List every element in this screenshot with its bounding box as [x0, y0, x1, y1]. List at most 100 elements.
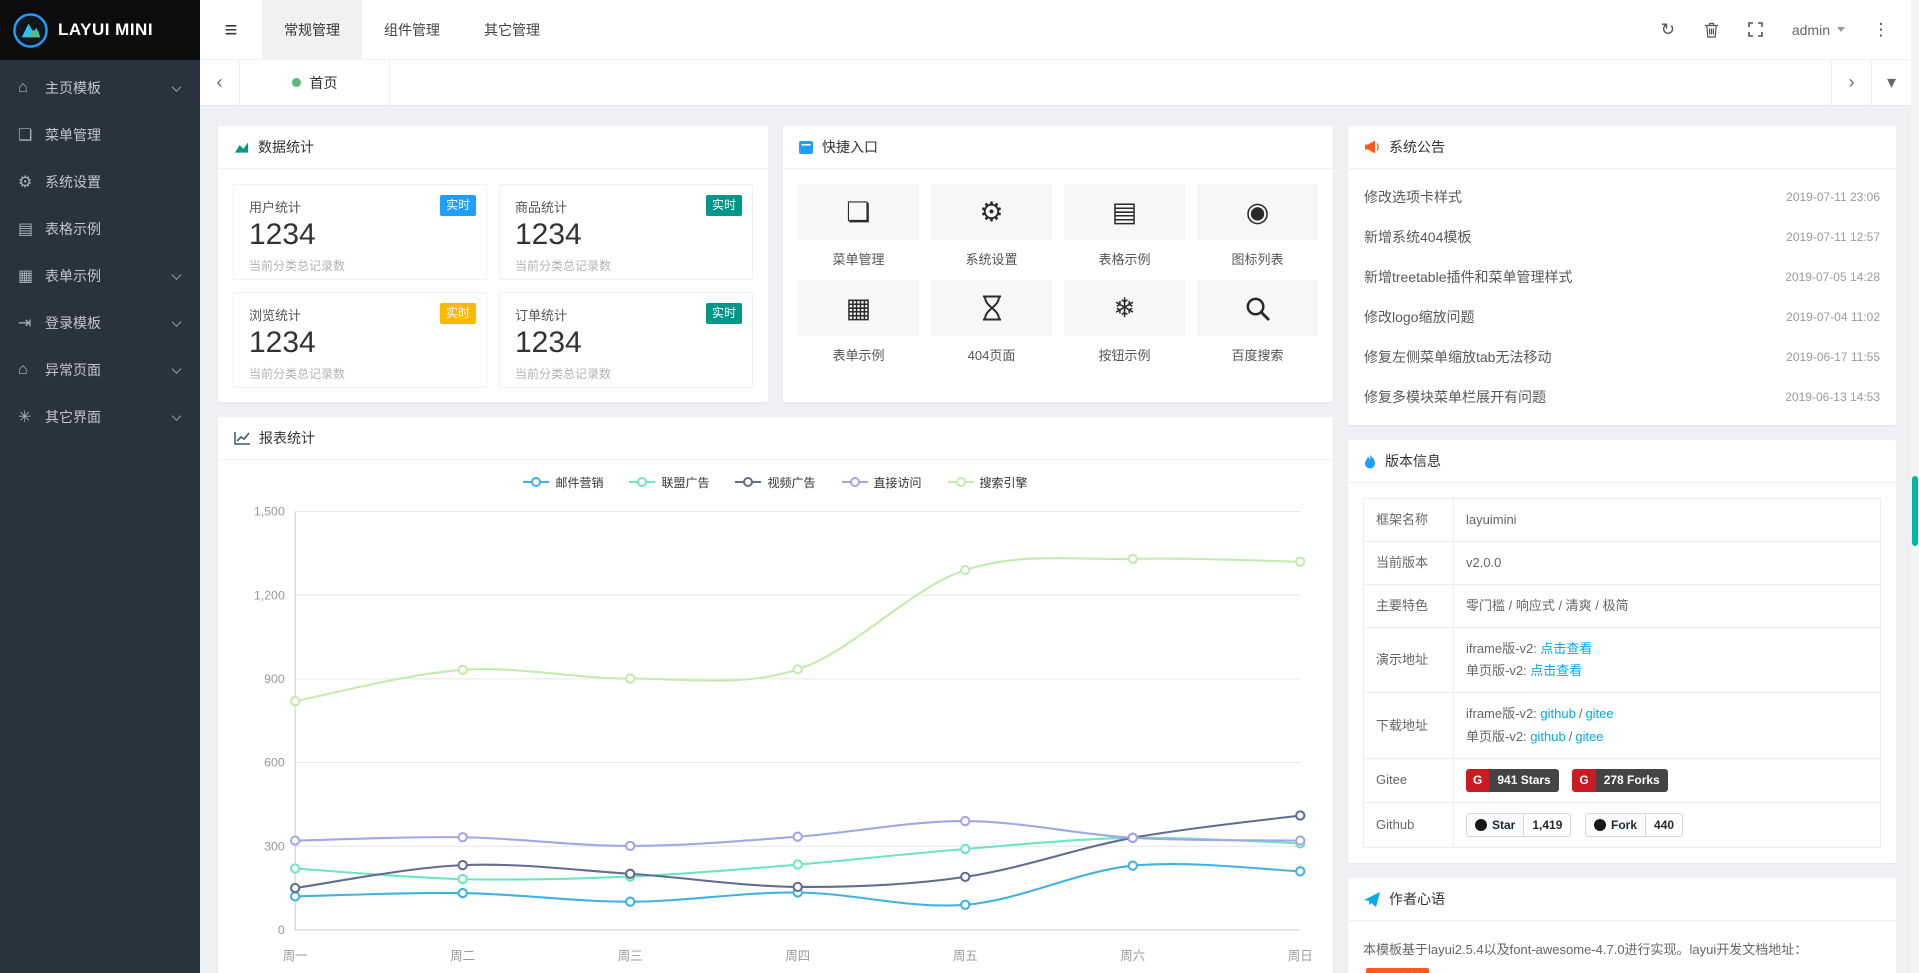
asterisk-icon: ✳	[18, 407, 45, 427]
fullscreen-icon	[1748, 22, 1763, 37]
github-fork-button[interactable]: Fork 440	[1585, 813, 1683, 838]
author-card: 作者心语 本模板基于layui2.5.4以及font-awesome-4.7.0…	[1348, 878, 1896, 973]
sidebar-item-form-example[interactable]: ▦ 表单示例	[0, 252, 200, 299]
sidebar-item-other-ui[interactable]: ✳ 其它界面	[0, 393, 200, 440]
table-row: 演示地址 iframe版-v2: 点击查看 单页版-v2: 点击查看	[1364, 628, 1881, 693]
quick-entry-card-header: 快捷入口	[783, 126, 1333, 169]
quick-entry-icon-list[interactable]: ◉ 图标列表	[1197, 184, 1318, 268]
svg-text:周三: 周三	[618, 949, 643, 963]
scrollbar-track[interactable]	[1911, 0, 1919, 973]
quick-entry-form-example[interactable]: ▦ 表单示例	[798, 280, 919, 364]
stats-card: 数据统计 用户统计 1234 当前分类总记录数 实时	[218, 126, 768, 402]
logo-icon	[12, 12, 49, 49]
svg-text:周六: 周六	[1120, 949, 1145, 963]
table-row: 框架名称 layuimini	[1364, 499, 1881, 542]
sidebar-item-table-example[interactable]: ▤ 表格示例	[0, 205, 200, 252]
quick-entry-table-example[interactable]: ▤ 表格示例	[1064, 184, 1185, 268]
sidebar-item-system-settings[interactable]: ⚙ 系统设置	[0, 158, 200, 205]
tab-home[interactable]: 首页	[240, 60, 390, 105]
quick-entry-system-settings[interactable]: ⚙ 系统设置	[931, 184, 1052, 268]
tab-scroll-right-button[interactable]: ›	[1831, 60, 1871, 105]
status-badge: 实时	[706, 195, 742, 216]
stats-card-header: 数据统计	[218, 126, 768, 169]
refresh-button[interactable]: ↻	[1646, 0, 1690, 59]
sidebar-item-error-pages[interactable]: ⌂ 异常页面	[0, 346, 200, 393]
announcement-row: 修改logo缩放问题 2019-07-04 11:02	[1364, 297, 1880, 337]
stat-orders: 订单统计 1234 当前分类总记录数 实时	[499, 292, 753, 388]
username: admin	[1792, 22, 1830, 38]
demo-iframe-link[interactable]: 点击查看	[1540, 641, 1592, 656]
app-window: LAYUI MINI ⌂ 主页模板 ❏ 菜单管理 ⚙ 系统设置 ▤ 表格示例 ▦	[0, 0, 1919, 973]
fullscreen-button[interactable]	[1734, 0, 1778, 59]
card-title: 报表统计	[259, 428, 315, 448]
table-row: 当前版本 v2.0.0	[1364, 542, 1881, 585]
tab-regular-management[interactable]: 常规管理	[262, 0, 362, 59]
home-icon: ⌂	[18, 79, 45, 97]
github-star-button[interactable]: Star 1,419	[1466, 813, 1571, 838]
svg-text:1,500: 1,500	[254, 505, 285, 519]
svg-text:周二: 周二	[450, 949, 475, 963]
trash-icon	[1704, 22, 1719, 38]
gitee-forks-badge[interactable]: G 278 Forks	[1572, 769, 1667, 792]
author-text: 本模板基于layui2.5.4以及font-awesome-4.7.0进行实现。…	[1363, 936, 1881, 973]
report-card: 报表统计 邮件营销联盟广告视频广告直接访问搜索引擎 03006009001,20…	[218, 417, 1333, 973]
legend-item[interactable]: 视频广告	[735, 474, 815, 491]
github-mark-icon	[1475, 819, 1487, 831]
content-area: 数据统计 用户统计 1234 当前分类总记录数 实时	[200, 106, 1911, 973]
download-spa-gitee-link[interactable]: gitee	[1575, 729, 1603, 744]
quick-entry-grid: ❏ 菜单管理 ⚙ 系统设置 ▤ 表格示例	[798, 184, 1318, 364]
sidebar-item-menu-management[interactable]: ❏ 菜单管理	[0, 111, 200, 158]
tab-other-management[interactable]: 其它管理	[462, 0, 562, 59]
calendar-icon: ▦	[846, 293, 872, 324]
github-star-count: 1,419	[1524, 813, 1571, 838]
search-icon	[1244, 295, 1271, 322]
quick-entry-button-example[interactable]: ❄ 按钮示例	[1064, 280, 1185, 364]
main-area: ≡ 常规管理 组件管理 其它管理 ↻	[200, 0, 1911, 973]
download-iframe-gitee-link[interactable]: gitee	[1585, 706, 1613, 721]
tab-component-management[interactable]: 组件管理	[362, 0, 462, 59]
content-left-column: 数据统计 用户统计 1234 当前分类总记录数 实时	[218, 126, 1333, 973]
collapse-menu-button[interactable]: ≡	[200, 0, 262, 59]
download-iframe-github-link[interactable]: github	[1540, 706, 1575, 721]
legend-item[interactable]: 搜索引擎	[948, 474, 1028, 491]
quick-entry-404-page[interactable]: 404页面	[931, 280, 1052, 364]
clear-cache-button[interactable]	[1690, 0, 1734, 59]
card-title: 系统公告	[1389, 137, 1445, 157]
card-title: 快捷入口	[822, 137, 878, 157]
demo-spa-link[interactable]: 点击查看	[1530, 663, 1582, 678]
tab-scroll-left-button[interactable]: ‹	[200, 60, 240, 105]
more-menu-button[interactable]: ⋮	[1859, 0, 1903, 59]
file-text-icon: ▤	[1112, 197, 1138, 228]
legend-item[interactable]: 直接访问	[842, 474, 922, 491]
sidebar: LAYUI MINI ⌂ 主页模板 ❏ 菜单管理 ⚙ 系统设置 ▤ 表格示例 ▦	[0, 0, 200, 973]
legend-item[interactable]: 邮件营销	[523, 474, 603, 491]
vertical-dots-icon: ⋮	[1873, 20, 1890, 40]
quick-entry-menu-management[interactable]: ❏ 菜单管理	[798, 184, 919, 268]
table-row: Github Star 1,419 Fork 440	[1364, 802, 1881, 848]
github-mark-icon	[1594, 819, 1606, 831]
stats-grid: 用户统计 1234 当前分类总记录数 实时 商品统计 1234 当前分类总记录数	[233, 184, 753, 388]
gitee-stars-badge[interactable]: G 941 Stars	[1466, 769, 1559, 792]
scrollbar-thumb[interactable]	[1912, 476, 1918, 546]
quick-entry-baidu-search[interactable]: 百度搜索	[1197, 280, 1318, 364]
snowflake-icon: ❄	[1113, 293, 1136, 324]
sidebar-item-label: 异常页面	[45, 360, 101, 380]
sidebar-item-label: 菜单管理	[45, 125, 101, 145]
legend-item[interactable]: 联盟广告	[629, 474, 709, 491]
version-table: 框架名称 layuimini 当前版本 v2.0.0 主要特色 零门槛 / 响应…	[1363, 498, 1881, 848]
stat-views: 浏览统计 1234 当前分类总记录数 实时	[233, 292, 487, 388]
user-menu[interactable]: admin	[1778, 0, 1859, 59]
download-spa-github-link[interactable]: github	[1530, 729, 1565, 744]
sidebar-item-login-template[interactable]: ⇥ 登录模板	[0, 299, 200, 346]
chevron-right-icon: ›	[1849, 72, 1855, 93]
announcements-card: 系统公告 修改选项卡样式 2019-07-11 23:06 新增系统404模板 …	[1348, 126, 1896, 425]
sidebar-item-home-template[interactable]: ⌂ 主页模板	[0, 64, 200, 111]
layui-doc-badge[interactable]: layui文档	[1366, 968, 1429, 973]
table-row: 主要特色 零门槛 / 响应式 / 清爽 / 极简	[1364, 585, 1881, 628]
tab-menu-button[interactable]: ▾	[1871, 60, 1911, 105]
topbar: ≡ 常规管理 组件管理 其它管理 ↻	[200, 0, 1911, 60]
tab-home-label: 首页	[310, 73, 338, 93]
fire-icon	[1364, 454, 1376, 469]
svg-text:周日: 周日	[1288, 949, 1313, 963]
logo[interactable]: LAYUI MINI	[0, 0, 200, 60]
